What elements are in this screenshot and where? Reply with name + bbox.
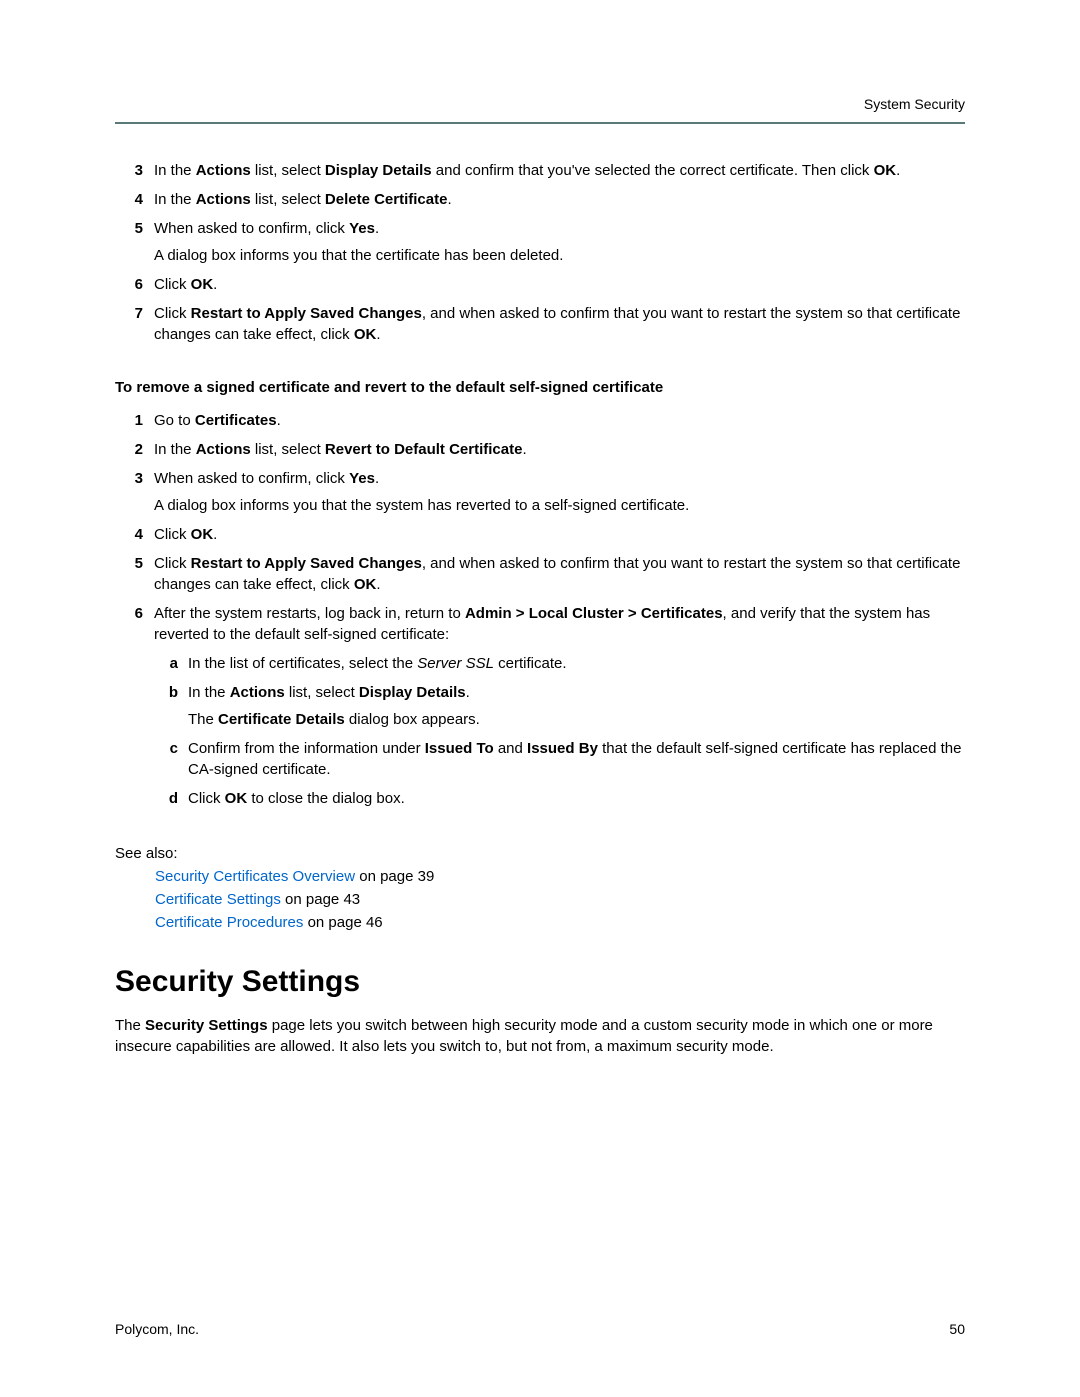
step-text: Click OK. [154,524,965,545]
step-text: Go to Certificates. [154,410,965,431]
list-item: 5 When asked to confirm, click Yes. A di… [115,218,965,266]
list-item: 6 After the system restarts, log back in… [115,603,965,817]
substep-text: In the list of certificates, select the … [188,653,965,674]
sub-list-item: b In the Actions list, select Display De… [154,682,965,730]
step-text: Click Restart to Apply Saved Changes, an… [154,303,965,345]
sub-list-item: c Confirm from the information under Iss… [154,738,965,780]
section-header: System Security [115,96,965,112]
substep-text: Click OK to close the dialog box. [188,788,965,809]
sub-list-item: d Click OK to close the dialog box. [154,788,965,809]
list-item: 5 Click Restart to Apply Saved Changes, … [115,553,965,595]
step-text: Click OK. [154,274,965,295]
header-rule [115,122,965,124]
step-number: 4 [115,524,154,545]
step-text: When asked to confirm, click Yes. A dial… [154,218,965,266]
xref-line: Certificate Procedures on page 46 [155,914,965,931]
link-security-cert-overview[interactable]: Security Certificates Overview [155,868,355,885]
list-item: 4 Click OK. [115,524,965,545]
sub-list-item: a In the list of certificates, select th… [154,653,965,674]
footer-company: Polycom, Inc. [115,1321,199,1337]
page: System Security 3 In the Actions list, s… [0,0,1080,1397]
procedure-list-continuation: 3 In the Actions list, select Display De… [115,160,965,345]
step-number: 2 [115,439,154,460]
heading-security-settings: Security Settings [115,965,965,999]
step-para: A dialog box informs you that the certif… [154,245,965,266]
step-text: In the Actions list, select Delete Certi… [154,189,965,210]
step-para: A dialog box informs you that the system… [154,495,965,516]
list-item: 6 Click OK. [115,274,965,295]
step-text: After the system restarts, log back in, … [154,603,965,817]
step-number: 6 [115,603,154,817]
substep-text: In the Actions list, select Display Deta… [188,682,965,730]
procedure-heading: To remove a signed certificate and rever… [115,379,965,396]
list-item: 3 When asked to confirm, click Yes. A di… [115,468,965,516]
xref-line: Certificate Settings on page 43 [155,891,965,908]
substep-text: Confirm from the information under Issue… [188,738,965,780]
intro-paragraph: The Security Settings page lets you swit… [115,1015,965,1057]
step-text: Click Restart to Apply Saved Changes, an… [154,553,965,595]
footer-page-number: 50 [949,1321,965,1337]
step-number: 3 [115,160,154,181]
link-certificate-settings[interactable]: Certificate Settings [155,891,281,908]
substep-letter: a [154,653,188,674]
substep-letter: c [154,738,188,780]
step-number: 4 [115,189,154,210]
link-certificate-procedures[interactable]: Certificate Procedures [155,914,303,931]
step-number: 6 [115,274,154,295]
step-number: 5 [115,553,154,595]
list-item: 3 In the Actions list, select Display De… [115,160,965,181]
sub-procedure-list: a In the list of certificates, select th… [154,653,965,809]
substep-para: The Certificate Details dialog box appea… [188,709,965,730]
step-text: When asked to confirm, click Yes. A dial… [154,468,965,516]
step-number: 5 [115,218,154,266]
substep-letter: b [154,682,188,730]
procedure-list-revert: 1 Go to Certificates. 2 In the Actions l… [115,410,965,817]
list-item: 7 Click Restart to Apply Saved Changes, … [115,303,965,345]
step-text: In the Actions list, select Revert to De… [154,439,965,460]
page-footer: Polycom, Inc. 50 [115,1321,965,1337]
step-number: 1 [115,410,154,431]
substep-letter: d [154,788,188,809]
list-item: 2 In the Actions list, select Revert to … [115,439,965,460]
see-also-label: See also: [115,845,965,862]
step-number: 7 [115,303,154,345]
step-number: 3 [115,468,154,516]
list-item: 4 In the Actions list, select Delete Cer… [115,189,965,210]
step-text: In the Actions list, select Display Deta… [154,160,965,181]
list-item: 1 Go to Certificates. [115,410,965,431]
xref-line: Security Certificates Overview on page 3… [155,868,965,885]
